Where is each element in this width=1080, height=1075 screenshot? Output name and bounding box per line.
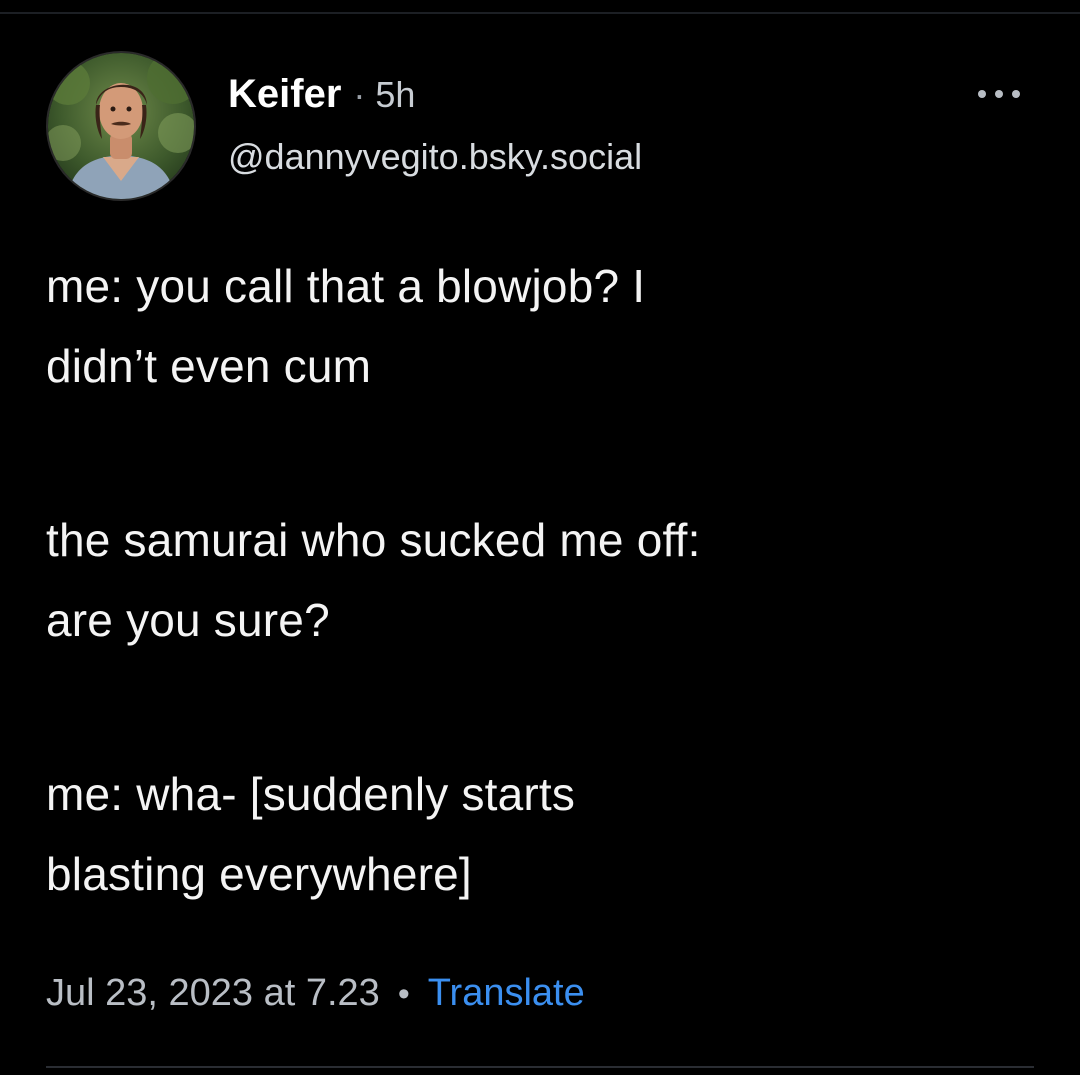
avatar-photo-icon	[48, 53, 194, 199]
post-text-line: me: wha- [suddenly starts	[46, 768, 576, 820]
post-relative-time[interactable]: 5h	[375, 74, 415, 116]
post-text-line: me: you call that a blowjob? I	[46, 260, 646, 312]
post-date: Jul 23, 2023 at 7.23	[46, 972, 380, 1014]
translate-link[interactable]: Translate	[428, 972, 585, 1015]
post-body: me: you call that a blowjob? I didn’t ev…	[46, 246, 1006, 914]
author-display-name[interactable]: Keifer	[228, 72, 341, 117]
more-horizontal-icon-dot	[1012, 90, 1020, 98]
author-handle[interactable]: @dannyvegito.bsky.social	[228, 136, 642, 178]
post-text-line: the samurai who sucked me off:	[46, 514, 701, 566]
post-paragraph: the samurai who sucked me off: are you s…	[46, 500, 1006, 660]
more-options-button[interactable]	[978, 82, 1020, 106]
more-horizontal-icon	[978, 90, 986, 98]
author-line: Keifer · 5h	[228, 72, 415, 122]
post-text-line: didn’t even cum	[46, 340, 372, 392]
avatar[interactable]	[46, 51, 196, 201]
post-card: Keifer · 5h @dannyvegito.bsky.social me:…	[0, 0, 1080, 1075]
bottom-divider	[46, 1066, 1034, 1068]
post-text-line: blasting everywhere]	[46, 848, 472, 900]
meta-separator: •	[397, 975, 410, 1013]
post-meta: Jul 23, 2023 at 7.23 • Translate	[46, 972, 585, 1015]
more-horizontal-icon-dot	[995, 90, 1003, 98]
post-paragraph: me: wha- [suddenly starts blasting every…	[46, 754, 1006, 914]
post-text-line: are you sure?	[46, 594, 330, 646]
post-paragraph: me: you call that a blowjob? I didn’t ev…	[46, 246, 1006, 406]
author-separator: ·	[353, 74, 366, 115]
